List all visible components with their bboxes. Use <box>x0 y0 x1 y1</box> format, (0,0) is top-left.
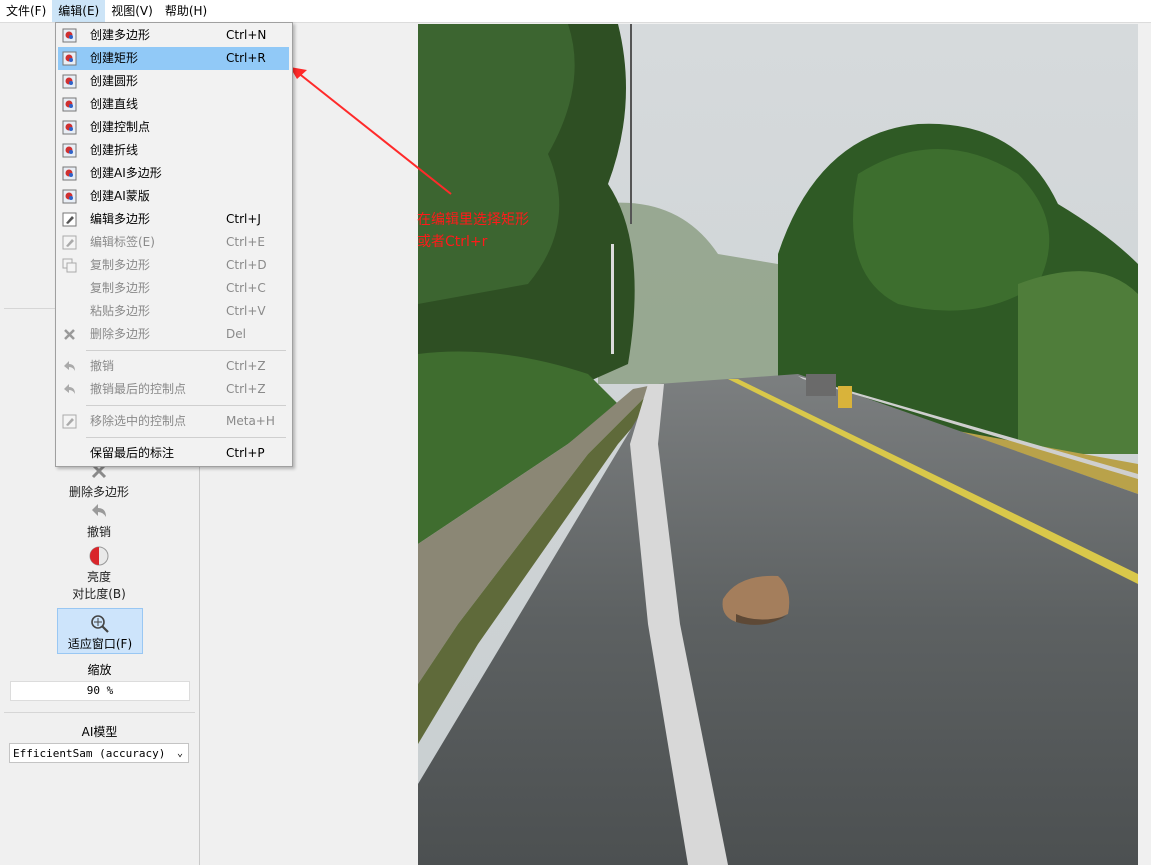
delete-polygon-label: 删除多边形 <box>68 485 129 499</box>
menu-item-label: 移除选中的控制点 <box>90 414 187 428</box>
brightness-label: 亮度 <box>86 570 111 584</box>
menu-item-remove-selected-point[interactable]: 移除选中的控制点 Meta+H <box>58 410 289 433</box>
edit-icon <box>62 414 77 429</box>
menu-item-shortcut: Ctrl+E <box>226 235 265 249</box>
menu-item-edit-label[interactable]: 编辑标签(E) Ctrl+E <box>58 231 289 254</box>
fit-window-button[interactable]: 适应窗口(F) <box>57 608 143 654</box>
menu-item-create-linestrip[interactable]: 创建折线 <box>58 139 289 162</box>
menu-item-create-ai-polygon[interactable]: 创建AI多边形 <box>58 162 289 185</box>
menu-item-create-rectangle[interactable]: 创建矩形 Ctrl+R <box>58 47 289 70</box>
menu-item-paste-polygon[interactable]: 粘贴多边形 Ctrl+V <box>58 300 289 323</box>
annotation-line-1: 在编辑里选择矩形 <box>417 212 529 228</box>
menu-item-keep-prev-annotation[interactable]: 保留最后的标注 Ctrl+P <box>58 442 289 465</box>
menu-item-shortcut: Ctrl+Z <box>226 382 266 396</box>
annotation-line-2: 或者Ctrl+r <box>417 234 488 250</box>
menu-separator <box>86 437 286 438</box>
menu-item-shortcut: Ctrl+J <box>226 212 261 226</box>
menu-item-create-polygon[interactable]: 创建多边形 Ctrl+N <box>58 24 289 47</box>
menu-item-label: 撤销 <box>90 359 115 373</box>
menu-item-label: 创建矩形 <box>90 51 139 65</box>
undo-icon <box>92 504 106 517</box>
menu-item-label: 删除多边形 <box>90 327 151 341</box>
menu-item-label: 创建AI多边形 <box>90 166 162 180</box>
menu-item-label: 创建AI蒙版 <box>90 189 150 203</box>
ai-model-select[interactable]: EfficientSam (accuracy) ⌄ <box>9 743 189 763</box>
menu-item-edit-polygon[interactable]: 编辑多边形 Ctrl+J <box>58 208 289 231</box>
menu-item-label: 创建多边形 <box>90 28 151 42</box>
menu-separator <box>86 405 286 406</box>
menu-item-create-ai-mask[interactable]: 创建AI蒙版 <box>58 185 289 208</box>
create-polygon-icon <box>62 28 77 43</box>
menu-item-undo-last-point[interactable]: 撤销最后的控制点 Ctrl+Z <box>58 378 289 401</box>
ai-model-value: EfficientSam (accuracy) <box>13 747 166 760</box>
menu-item-label: 创建圆形 <box>90 74 139 88</box>
zoom-label: 缩放 <box>87 663 112 677</box>
menu-item-delete-polygon[interactable]: 删除多边形 Del <box>58 323 289 346</box>
create-circle-icon <box>62 74 77 89</box>
menu-item-copy-polygon[interactable]: 复制多边形 Ctrl+C <box>58 277 289 300</box>
menu-bar: 文件(F) 编辑(E) 视图(V) 帮助(H) <box>0 0 1151 23</box>
create-ai-polygon-icon <box>62 166 77 181</box>
menu-item-shortcut: Del <box>226 327 246 341</box>
menu-item-create-line[interactable]: 创建直线 <box>58 93 289 116</box>
menu-file[interactable]: 文件(F) <box>0 0 52 22</box>
menu-view[interactable]: 视图(V) <box>105 0 159 22</box>
annotation-text: 在编辑里选择矩形 或者Ctrl+r <box>417 209 529 253</box>
ai-model-label: AI模型 <box>81 725 118 739</box>
annotation-arrow <box>290 67 452 195</box>
menu-item-label: 创建直线 <box>90 97 139 111</box>
create-point-icon <box>62 120 77 135</box>
menu-item-shortcut: Ctrl+P <box>226 446 265 460</box>
menu-item-shortcut: Ctrl+Z <box>226 359 266 373</box>
menu-item-create-circle[interactable]: 创建圆形 <box>58 70 289 93</box>
menu-item-duplicate-polygon[interactable]: 复制多边形 Ctrl+D <box>58 254 289 277</box>
menu-item-label: 创建折线 <box>90 143 139 157</box>
menu-item-label: 创建控制点 <box>90 120 151 134</box>
contrast-label: 对比度(B) <box>72 587 126 601</box>
road-photo <box>418 24 1138 865</box>
undo-label: 撤销 <box>86 525 111 539</box>
undo-icon <box>64 384 75 394</box>
menu-item-label: 复制多边形 <box>90 258 151 272</box>
menu-separator <box>86 350 286 351</box>
menu-item-undo[interactable]: 撤销 Ctrl+Z <box>58 355 289 378</box>
brightness-icon <box>89 546 109 566</box>
delete-icon <box>64 329 75 340</box>
menu-item-shortcut: Ctrl+C <box>226 281 266 295</box>
undo-button[interactable]: 撤销 <box>56 500 142 540</box>
menu-item-create-point[interactable]: 创建控制点 <box>58 116 289 139</box>
menu-item-label: 粘贴多边形 <box>90 304 151 318</box>
fit-window-icon <box>91 615 109 633</box>
menu-item-label: 编辑标签(E) <box>90 235 155 249</box>
menu-item-label: 撤销最后的控制点 <box>90 382 187 396</box>
menu-item-label: 编辑多边形 <box>90 212 151 226</box>
zoom-input[interactable]: 90 % <box>10 681 190 701</box>
chevron-down-icon: ⌄ <box>176 748 183 759</box>
create-rectangle-icon <box>62 51 77 66</box>
menu-help[interactable]: 帮助(H) <box>159 0 213 22</box>
edit-label-icon <box>62 235 77 250</box>
duplicate-icon <box>62 258 77 273</box>
create-ai-mask-icon <box>62 189 77 204</box>
divider <box>4 712 195 713</box>
menu-item-shortcut: Ctrl+R <box>226 51 266 65</box>
menu-edit[interactable]: 编辑(E) <box>52 0 106 22</box>
menu-item-shortcut: Ctrl+D <box>226 258 267 272</box>
menu-item-shortcut: Ctrl+V <box>226 304 266 318</box>
edit-polygon-icon <box>62 212 77 227</box>
menu-item-shortcut: Ctrl+N <box>226 28 267 42</box>
fit-window-label: 适应窗口(F) <box>67 637 133 651</box>
undo-icon <box>64 361 75 371</box>
menu-item-label: 保留最后的标注 <box>90 446 175 460</box>
menu-item-label: 复制多边形 <box>90 281 151 295</box>
menu-item-shortcut: Meta+H <box>226 414 275 428</box>
create-linestrip-icon <box>62 143 77 158</box>
edit-menu: 创建多边形 Ctrl+N 创建矩形 Ctrl+R 创建圆形 创建直线 创建控制点… <box>55 22 293 467</box>
road-image <box>418 24 1138 865</box>
brightness-contrast-button[interactable]: 亮度 对比度(B) <box>56 545 142 602</box>
create-line-icon <box>62 97 77 112</box>
